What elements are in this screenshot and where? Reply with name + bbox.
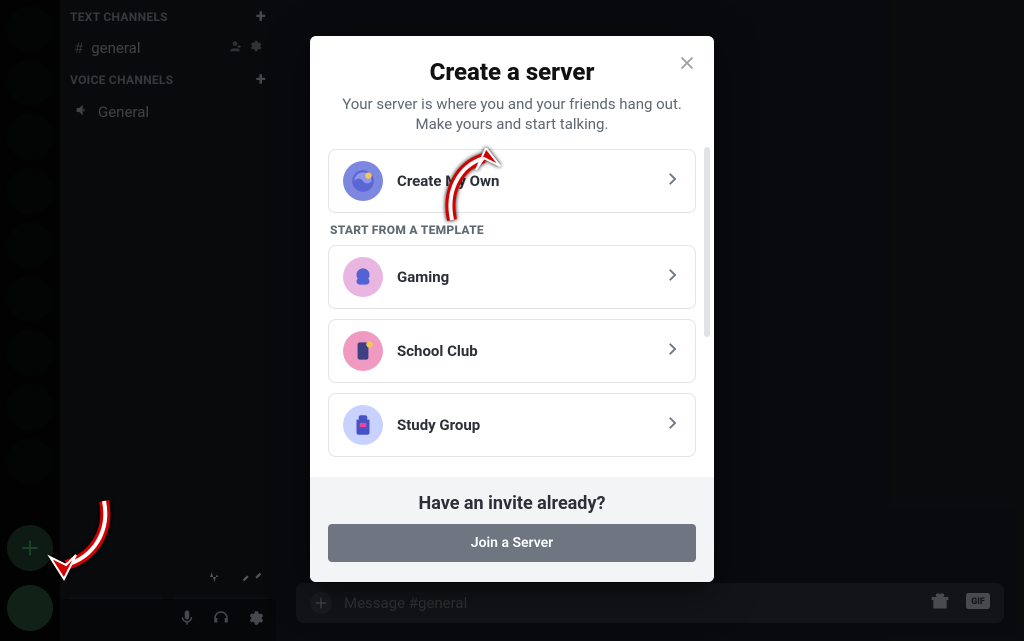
join-label: Join a Server xyxy=(471,535,553,551)
globe-icon xyxy=(343,161,383,201)
option-label: Study Group xyxy=(397,416,480,434)
gaming-icon xyxy=(343,257,383,297)
scrollbar[interactable] xyxy=(704,147,710,337)
create-server-modal: Create a server Your server is where you… xyxy=(310,36,714,582)
chevron-right-icon xyxy=(663,340,681,362)
modal-footer: Have an invite already? Join a Server xyxy=(310,477,714,582)
template-gaming-option[interactable]: Gaming xyxy=(328,245,696,309)
modal-overlay[interactable]: Create a server Your server is where you… xyxy=(0,0,1024,641)
chevron-right-icon xyxy=(663,414,681,436)
modal-title: Create a server xyxy=(338,58,686,86)
chevron-right-icon xyxy=(663,266,681,288)
discord-app: TEXT CHANNELS + # general VOICE CHANNELS… xyxy=(0,0,1024,641)
study-group-icon xyxy=(343,405,383,445)
option-label: School Club xyxy=(397,342,478,360)
join-server-button[interactable]: Join a Server xyxy=(328,524,696,562)
template-study-option[interactable]: Study Group xyxy=(328,393,696,457)
close-icon xyxy=(676,52,698,74)
close-button[interactable] xyxy=(676,52,698,78)
chevron-right-icon xyxy=(663,170,681,192)
modal-subtitle: Your server is where you and your friend… xyxy=(338,94,686,135)
footer-title: Have an invite already? xyxy=(328,493,696,514)
template-section-label: START FROM A TEMPLATE xyxy=(330,223,694,237)
template-school-option[interactable]: School Club xyxy=(328,319,696,383)
option-label: Create My Own xyxy=(397,172,499,190)
create-my-own-option[interactable]: Create My Own xyxy=(328,149,696,213)
school-club-icon xyxy=(343,331,383,371)
option-label: Gaming xyxy=(397,268,449,286)
